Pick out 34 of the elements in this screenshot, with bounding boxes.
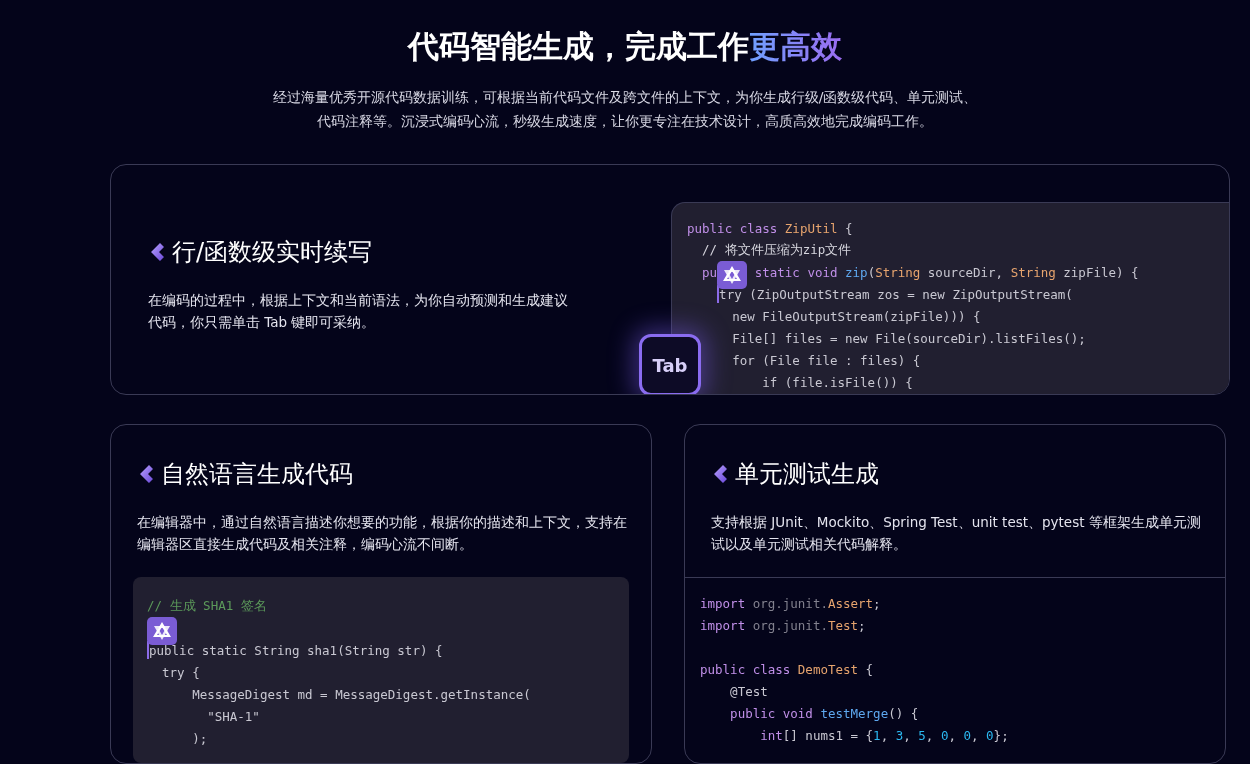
code-line: public class ZipUtil { bbox=[687, 219, 854, 238]
code-line: public void testMerge() { bbox=[729, 704, 920, 723]
code-line: import org.junit.Test; bbox=[700, 616, 867, 635]
feature-title: 行/函数级实时续写 bbox=[172, 237, 373, 268]
logo-icon bbox=[717, 261, 748, 289]
page-subtitle: 经过海量优秀开源代码数据训练，可根据当前代码文件及跨文件的上下文，为你生成行级/函数级代码、单元测试、 bbox=[272, 88, 978, 107]
feature-title: 单元测试生成 bbox=[735, 459, 879, 490]
feature-description: 支持根据 JUnit、Mockito、Spring Test、unit test、pytest 等框架生成单元测试以及单元测试相关代码解释。 bbox=[711, 513, 1202, 554]
code-line: for (File file : files) { bbox=[731, 351, 922, 370]
code-line: MessageDigest md = MessageDigest.getInstance( bbox=[191, 685, 532, 704]
feature-description: 在编辑器中，通过自然语言描述你想要的功能，根据你的描述和上下文，支持在编辑器区直接生成代码及相关注释，编码心流不间断。 bbox=[137, 513, 628, 554]
code-line: import org.junit.Assert; bbox=[700, 594, 882, 613]
text-cursor bbox=[147, 641, 149, 659]
tab-key: Tab bbox=[639, 334, 701, 394]
feature-title: 自然语言生成代码 bbox=[161, 459, 353, 490]
code-line: public static String sha1(String str) { bbox=[147, 640, 444, 661]
code-line: // 将文件压缩为zip文件 bbox=[701, 240, 853, 259]
code-line: new FileOutputStream(zipFile))) { bbox=[731, 307, 982, 326]
code-line: File[] files = new File(sourceDir).listFiles(); bbox=[731, 329, 1087, 348]
code-line: try { bbox=[161, 663, 201, 682]
page-title: 代码智能生成，完成工作更高效 bbox=[408, 27, 842, 66]
code-line: @Test bbox=[729, 682, 769, 701]
feature-description: 在编码的过程中，根据上下文和当前语法，为你自动预测和生成建议代码，你只需单击 Tab 键即可采纳。 bbox=[148, 291, 569, 332]
code-line: public class DemoTest { bbox=[700, 660, 875, 679]
logo-icon bbox=[147, 617, 178, 645]
code-line: // 生成 SHA1 签名 bbox=[147, 596, 268, 615]
code-line: pu static void zip(String sourceDir, String zipFile) { bbox=[687, 261, 1229, 283]
page-subtitle: 代码注释等。沉浸式编码心流，秒级生成速度，让你更专注在技术设计，高质高效地完成编码工作。 bbox=[317, 112, 933, 131]
code-line: "SHA-1" bbox=[206, 707, 261, 726]
code-line: ); bbox=[191, 729, 209, 748]
code-line: try (ZipOutputStream zos = new ZipOutputStream( bbox=[716, 284, 1074, 305]
text-cursor bbox=[717, 285, 720, 303]
code-line: int[] nums1 = {1, 3, 5, 0, 0, 0}; bbox=[759, 726, 1010, 745]
code-line: if (file.isFile()) { bbox=[761, 373, 914, 392]
